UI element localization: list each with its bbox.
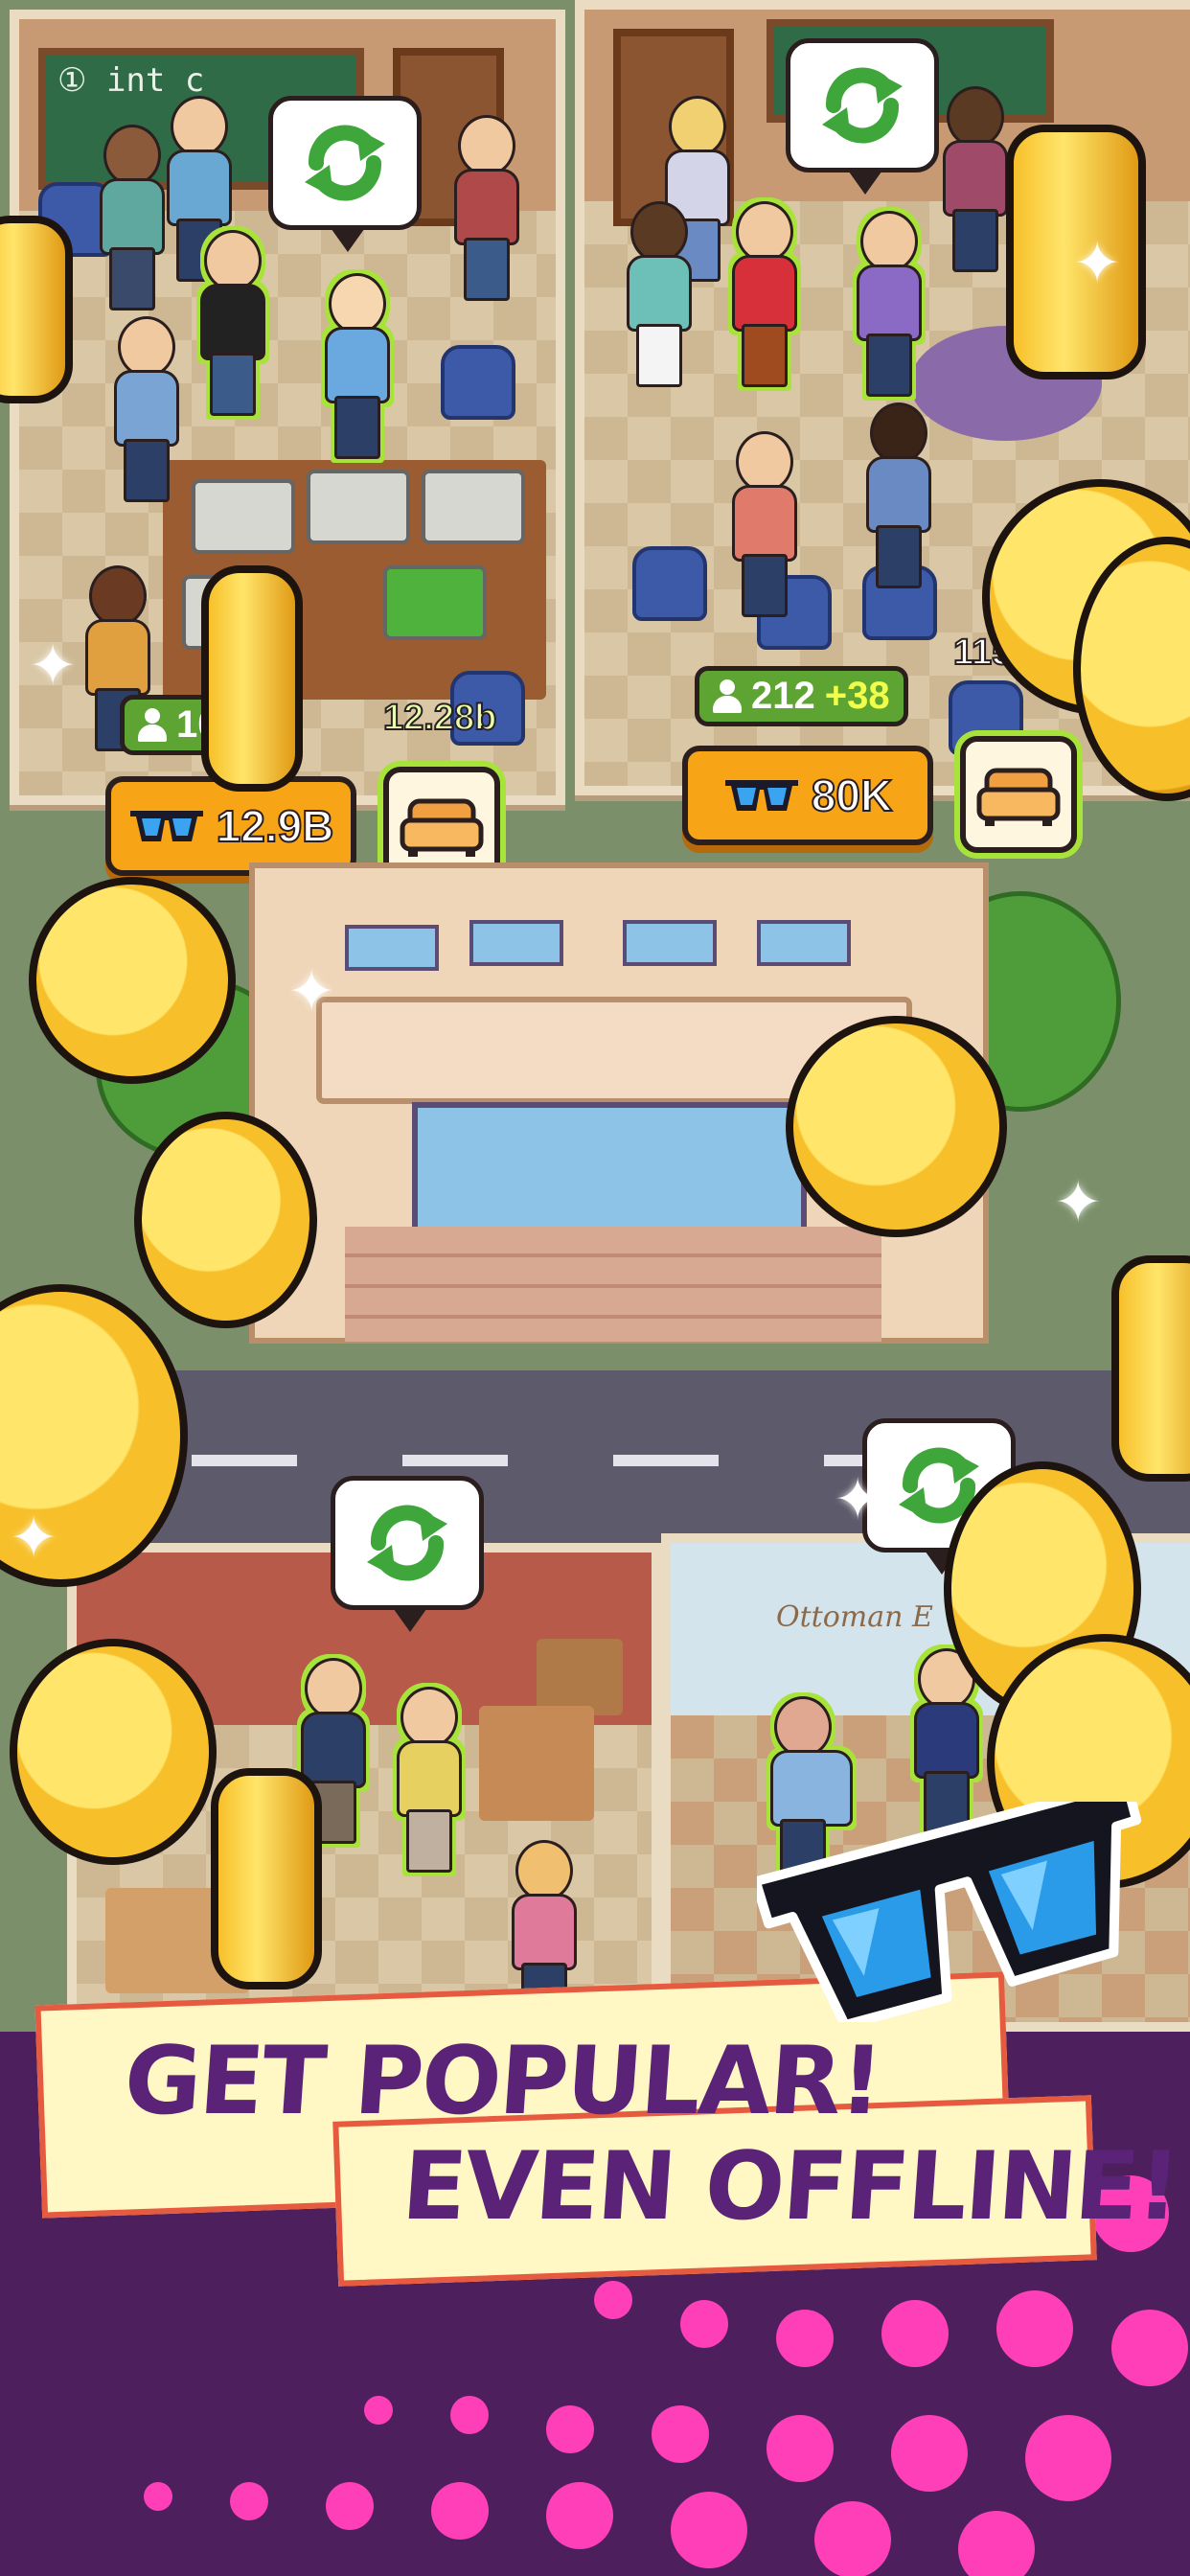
dot-pattern [546, 2405, 594, 2453]
upgrade-button[interactable]: 12.9B [105, 776, 356, 876]
dot-pattern [891, 2415, 968, 2492]
upgrade-price: 80K [811, 770, 893, 821]
dot-pattern [1025, 2415, 1111, 2501]
chair [441, 345, 515, 420]
refresh-bubble[interactable] [268, 96, 422, 252]
cardboard-box [479, 1706, 594, 1821]
sunglasses-icon [129, 811, 203, 841]
student-character-selected[interactable] [853, 211, 922, 397]
sparkle-icon: ✦ [1073, 231, 1122, 295]
members-value: 212 [751, 675, 815, 717]
refresh-arrows-icon [305, 125, 385, 201]
chair [632, 546, 707, 621]
student-character-selected[interactable] [728, 201, 797, 387]
members-plus: +38 [824, 675, 890, 717]
sunglasses-icon [724, 780, 798, 811]
entrance-steps [345, 1227, 881, 1342]
dot-pattern [364, 2396, 393, 2425]
building-window [345, 925, 439, 971]
gold-coin-icon[interactable] [29, 877, 236, 1084]
dot-pattern [326, 2482, 374, 2530]
student-character-selected[interactable] [321, 273, 390, 459]
sunglasses-icon [757, 1802, 1142, 2022]
sparkle-icon: ✦ [10, 1506, 58, 1570]
furniture-button[interactable] [960, 736, 1077, 853]
dot-pattern [230, 2482, 268, 2520]
banner-headline-line1: GET POPULAR! [121, 2027, 885, 2136]
dot-pattern [546, 2482, 613, 2549]
road-marking [192, 1455, 297, 1466]
refresh-arrows-icon [822, 67, 903, 144]
income-tag: 12.28b [382, 697, 497, 739]
computer-monitor-active [383, 565, 487, 640]
student-character[interactable] [450, 115, 519, 301]
gold-coin-icon[interactable] [786, 1016, 1007, 1237]
dot-pattern [1111, 2310, 1188, 2386]
dot-pattern [958, 2511, 1035, 2576]
dot-pattern [767, 2415, 834, 2482]
store-sign: Ottoman E [776, 1600, 933, 1634]
gold-coin-icon[interactable] [10, 1639, 217, 1865]
student-character[interactable] [623, 201, 692, 387]
upgrade-button[interactable]: 80K [682, 746, 933, 845]
refresh-bubble[interactable] [786, 38, 939, 195]
cardboard-box [537, 1639, 623, 1715]
dot-pattern [680, 2300, 728, 2348]
dot-pattern [671, 2492, 747, 2568]
sparkle-icon: ✦ [834, 1467, 882, 1531]
dot-pattern [996, 2290, 1073, 2367]
gold-coin-icon[interactable] [211, 1768, 322, 1990]
sofa-icon [976, 768, 1061, 826]
dot-pattern [450, 2396, 489, 2434]
sparkle-icon: ✦ [1054, 1170, 1103, 1234]
game-scene: ① int c 10 12.28b 12.9B 212 +38 115 80K … [0, 0, 1190, 2576]
road-marking [402, 1455, 508, 1466]
gold-coin-icon[interactable] [134, 1112, 317, 1328]
dot-pattern [431, 2482, 489, 2540]
student-character-selected[interactable] [393, 1687, 462, 1873]
dot-pattern [652, 2405, 709, 2463]
student-character[interactable] [939, 86, 1008, 272]
members-badge: 212 +38 [695, 666, 908, 726]
dot-pattern [594, 2281, 632, 2319]
gold-coin-icon[interactable] [201, 565, 303, 792]
student-character-selected[interactable] [196, 230, 265, 416]
refresh-arrows-icon [367, 1505, 447, 1581]
dot-pattern [814, 2501, 891, 2576]
dot-pattern [144, 2482, 172, 2511]
banner-headline-line2: EVEN OFFLINE! [399, 2132, 1182, 2242]
computer-monitor [422, 470, 525, 544]
computer-monitor [192, 479, 295, 554]
building-window [469, 920, 563, 966]
building-entrance [412, 1102, 807, 1238]
refresh-bubble[interactable] [331, 1476, 484, 1632]
student-character[interactable] [96, 125, 165, 310]
gold-coin-icon[interactable] [1111, 1255, 1190, 1482]
student-character[interactable] [862, 402, 931, 588]
sparkle-icon: ✦ [29, 633, 78, 698]
upgrade-price: 12.9B [216, 800, 335, 852]
road-marking [613, 1455, 719, 1466]
sparkle-icon: ✦ [287, 959, 336, 1024]
dot-pattern [881, 2300, 949, 2367]
dot-pattern [776, 2310, 834, 2367]
student-character[interactable] [728, 431, 797, 617]
building-window [623, 920, 717, 966]
student-character[interactable] [110, 316, 179, 502]
computer-monitor [307, 470, 410, 544]
person-icon [138, 707, 167, 743]
gold-coin-icon[interactable] [0, 216, 73, 403]
building-window [757, 920, 851, 966]
person-icon [713, 678, 742, 714]
